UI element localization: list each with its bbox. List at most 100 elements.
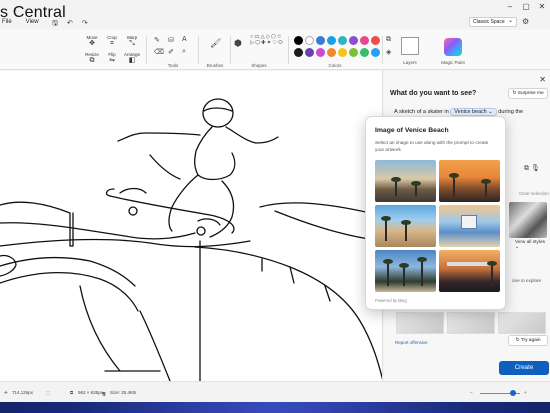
reference-image[interactable]	[439, 160, 500, 202]
color-swatch[interactable]	[294, 48, 303, 57]
cursor-icon: ✛	[4, 390, 8, 395]
colors-group: Colors	[290, 32, 380, 68]
close-icon[interactable]: ✕	[534, 0, 550, 14]
ribbon: Move ✥ Crop ⌗ Warp ⤡ Resize ⧉ Flip ⇋ Arr…	[0, 30, 550, 70]
palm-tree-shape	[400, 263, 408, 286]
shapes-group: ⬢ ○▭△◇⬠☆ ▷⬡✚✦♡⬭ Shapes	[232, 32, 286, 68]
resize-tool[interactable]: Resize ⧉	[84, 52, 100, 65]
zoom-slider-thumb[interactable]	[510, 390, 516, 396]
fill-bucket-icon[interactable]: ⛁	[168, 36, 174, 44]
undo-icon[interactable]: ↶	[67, 19, 73, 30]
magnifier-icon[interactable]: ⌕	[182, 48, 186, 56]
ramp-line-left	[0, 222, 196, 240]
crop-tool[interactable]: Crop ⌗	[104, 35, 120, 48]
try-again-button[interactable]: ↻ Try again	[508, 335, 548, 346]
maximize-icon[interactable]: ▢	[518, 0, 534, 14]
image-attach-icon[interactable]: ⧉	[524, 165, 529, 172]
result-thumbnail[interactable]	[447, 312, 495, 334]
color-picker-icon[interactable]: ✐	[168, 48, 174, 56]
flip-tool[interactable]: Flip ⇋	[104, 52, 120, 65]
skater-right-arm	[225, 126, 279, 144]
reference-image[interactable]	[375, 205, 436, 247]
result-thumbnail[interactable]	[498, 312, 546, 334]
prompt-entity-chip[interactable]: Venice beach ⌄	[450, 108, 497, 116]
view-all-styles-link[interactable]: View all styles ⌄	[515, 240, 550, 250]
workspace-select[interactable]: Classic Space	[469, 17, 517, 27]
canvas-size: 962 × 635px	[78, 390, 103, 395]
color-swatch[interactable]	[360, 48, 369, 57]
redo-icon[interactable]: ↷	[82, 19, 88, 30]
background-remove-icon[interactable]: ◈	[386, 48, 391, 56]
create-button[interactable]: Create	[499, 361, 549, 375]
color-swatch[interactable]	[316, 36, 325, 45]
reference-image[interactable]	[375, 250, 436, 292]
report-offensive-link[interactable]: Report offensive	[395, 340, 428, 345]
color-swatch[interactable]	[349, 36, 358, 45]
panel-close-icon[interactable]: ✕	[539, 75, 546, 84]
cocreator-icon[interactable]	[444, 38, 462, 56]
zoom-out-icon[interactable]: –	[470, 390, 473, 395]
microphone-icon[interactable]: 🎙	[531, 165, 540, 172]
title-bar: s Central File View 🖫 ↶ ↷ – ▢ ✕ Classic …	[0, 0, 550, 30]
reference-image[interactable]	[439, 250, 500, 292]
shape-fill-icon[interactable]: ⬢	[234, 38, 242, 49]
selection-icon: ⬚	[46, 390, 51, 395]
text-tool-icon[interactable]: A	[182, 36, 187, 43]
wheel-back	[196, 226, 206, 236]
color-swatch[interactable]	[338, 48, 347, 57]
helmet-strap	[203, 107, 233, 112]
current-color-preview[interactable]	[401, 37, 419, 55]
skater-torso	[197, 152, 236, 181]
layers-icon[interactable]: ⧉	[386, 36, 391, 44]
zoom-in-icon[interactable]: +	[524, 390, 527, 395]
palm-tree-shape	[382, 216, 390, 241]
skater-helmet	[202, 98, 234, 128]
menu-view[interactable]: View	[24, 19, 41, 25]
file-size-icon: 🖫	[102, 391, 106, 396]
clear-selection-link[interactable]: Clear selection	[519, 191, 549, 196]
arrange-tool[interactable]: Arrange ◧	[122, 52, 142, 65]
color-swatch[interactable]	[327, 36, 336, 45]
color-swatch[interactable]	[349, 48, 358, 57]
brushes-group-label: Brushes	[206, 63, 224, 68]
color-swatch[interactable]	[305, 48, 314, 57]
color-swatch[interactable]	[371, 36, 380, 45]
status-bar: ✛ 714,126px ⬚ ⧉ 962 × 635px 🖫 Size: 25.4…	[0, 381, 550, 402]
shapes-gallery-icon[interactable]: ○▭△◇⬠☆ ▷⬡✚✦♡⬭	[250, 34, 284, 46]
eraser-icon[interactable]: ⌫	[154, 48, 164, 56]
reference-image[interactable]	[375, 160, 436, 202]
prompt-prefix-text: A sketch of a skater in	[394, 109, 449, 115]
settings-gear-icon[interactable]: ⚙	[522, 17, 529, 26]
move-tool[interactable]: Move ✥	[84, 35, 100, 48]
result-thumbnail[interactable]	[396, 312, 444, 334]
reference-image[interactable]	[439, 205, 500, 247]
style-thumbnail[interactable]	[509, 202, 547, 238]
color-swatch[interactable]	[371, 48, 380, 57]
color-swatch[interactable]	[294, 36, 303, 45]
skateboard-deck	[109, 195, 235, 234]
generated-results	[396, 312, 546, 334]
brush-icon[interactable]: 🖌	[210, 38, 221, 49]
canvas-size-icon: ⧉	[70, 390, 74, 395]
pencil-icon[interactable]: ✎	[154, 36, 160, 44]
color-swatch[interactable]	[338, 36, 347, 45]
warp-tool[interactable]: Warp ⤡	[124, 35, 140, 48]
skater-left-leg	[168, 174, 199, 232]
color-swatch[interactable]	[327, 48, 336, 57]
color-swatch[interactable]	[316, 48, 325, 57]
flyout-title: Image of Venice Beach	[375, 127, 449, 134]
save-icon[interactable]: 🖫	[52, 19, 58, 30]
prompt-input[interactable]: A sketch of a skater in Venice beach ⌄ d…	[394, 108, 523, 116]
surprise-me-button[interactable]: ↻ Surprise me	[508, 88, 548, 99]
crop-icon: ⌗	[110, 40, 114, 47]
drawing-canvas[interactable]	[0, 71, 383, 381]
color-swatch[interactable]	[360, 36, 369, 45]
color-swatch[interactable]	[305, 36, 314, 45]
palm-tree-shape	[488, 261, 496, 286]
ribbon-divider	[288, 36, 289, 64]
menu-file[interactable]: File	[0, 19, 14, 25]
palm-tree-shape	[402, 220, 410, 241]
tools-group-label: Tools	[167, 63, 179, 68]
minimize-icon[interactable]: –	[502, 0, 518, 14]
colors-group-label: Colors	[328, 63, 342, 68]
